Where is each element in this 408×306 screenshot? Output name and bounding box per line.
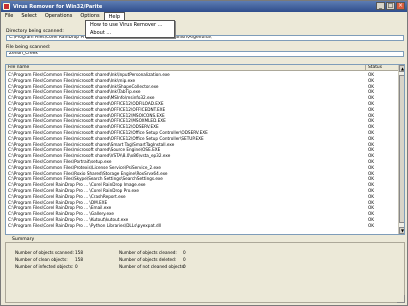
scroll-up-icon[interactable]: ▲: [399, 65, 404, 72]
dir-field: C:\Program Files\Corel RainDrop Pro ... …: [6, 35, 404, 41]
help-about[interactable]: About ...: [86, 29, 174, 37]
app-window: Virus Remover for Win32/Parite _ □ × Fil…: [0, 0, 408, 306]
title-bar[interactable]: Virus Remover for Win32/Parite _ □ ×: [1, 1, 407, 12]
list-rows: C:\Program Files\Common Files\microsoft …: [6, 72, 398, 229]
not-cleaned-value: 0: [183, 264, 186, 269]
window-controls: _ □ ×: [376, 2, 405, 10]
deleted-label: Number of objects deleted:: [119, 257, 177, 262]
clean-label: Number of clean objects:: [15, 257, 68, 262]
summary-title: Summary: [11, 237, 36, 242]
vertical-scrollbar[interactable]: ▲ ▼: [398, 65, 404, 234]
cleaned-label: Number of objects cleaned:: [119, 250, 177, 255]
list-header: File name Status: [6, 65, 398, 71]
column-status[interactable]: Status: [366, 65, 398, 70]
menu-bar: File Select Operations Options Help: [1, 11, 407, 22]
scroll-down-icon[interactable]: ▼: [399, 227, 404, 234]
row-file-name: C:\Program Files\Corel RainDrop Pro ... …: [8, 222, 161, 228]
scroll-thumb[interactable]: [399, 75, 404, 223]
deleted-value: 0: [183, 257, 186, 262]
dir-label: Directory being scanned:: [6, 29, 64, 34]
help-dropdown: How to use Virus Remover ... About ...: [85, 20, 175, 38]
infected-value: 0: [75, 264, 78, 269]
cleaned-value: 0: [183, 250, 186, 255]
menu-file[interactable]: File: [1, 12, 17, 21]
menu-select[interactable]: Select: [17, 12, 40, 21]
scanned-label: Number of objects scanned:: [15, 250, 74, 255]
resize-grip-icon[interactable]: [397, 295, 405, 303]
menu-operations[interactable]: Operations: [41, 12, 77, 21]
file-label: File being scanned:: [6, 45, 51, 50]
table-row[interactable]: C:\Program Files\Corel RainDrop Pro ... …: [6, 223, 398, 229]
file-field: Zenon_Creek: [6, 51, 404, 57]
row-status: OK: [368, 222, 375, 228]
maximize-button[interactable]: □: [386, 2, 395, 10]
scanned-value: 158: [75, 250, 83, 255]
close-button[interactable]: ×: [396, 2, 405, 10]
not-cleaned-label: Number of not cleaned objects:: [119, 264, 186, 269]
window-title: Virus Remover for Win32/Parite: [13, 3, 103, 10]
infected-label: Number of infected objects:: [15, 264, 74, 269]
clean-value: 158: [75, 257, 83, 262]
minimize-button[interactable]: _: [376, 2, 385, 10]
help-how-to-use[interactable]: How to use Virus Remover ...: [86, 21, 174, 29]
column-file-name[interactable]: File name: [6, 65, 366, 70]
file-list[interactable]: File name Status C:\Program Files\Common…: [5, 64, 405, 235]
app-icon: [3, 3, 10, 10]
